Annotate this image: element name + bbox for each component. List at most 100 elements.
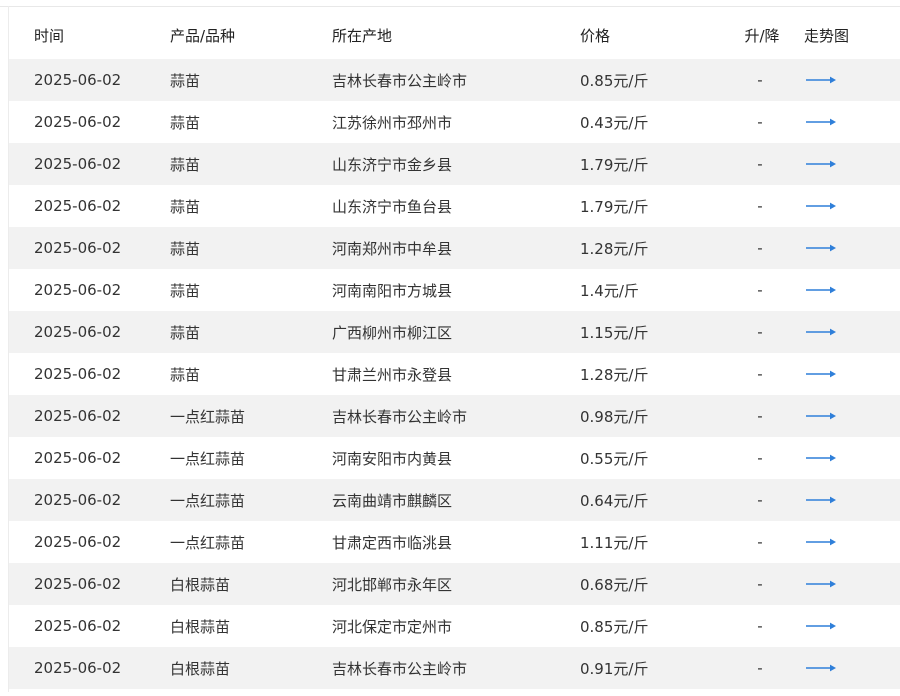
price-table: 时间 产品/品种 所在产地 价格 升/降 走势图 2025-06-02 蒜苗 吉… [9, 12, 900, 689]
row-origin: 河南南阳市方城县 [332, 281, 453, 300]
row-origin: 吉林长春市公主岭市 [332, 659, 468, 678]
row-trend-cell [804, 521, 900, 563]
trend-chart-link[interactable] [805, 159, 837, 169]
row-trend-cell [804, 647, 900, 689]
trend-chart-link[interactable] [805, 75, 837, 85]
row-origin: 山东济宁市鱼台县 [332, 197, 453, 216]
row-origin: 甘肃兰州市永登县 [332, 365, 453, 384]
row-date: 2025-06-02 [34, 155, 122, 173]
table-row: 2025-06-02 蒜苗 江苏徐州市邳州市 0.43元/斤 - [9, 101, 900, 143]
row-price: 1.28元/斤 [580, 365, 649, 384]
price-list-panel: 时间 产品/品种 所在产地 价格 升/降 走势图 2025-06-02 蒜苗 吉… [0, 0, 900, 696]
table-row: 2025-06-02 蒜苗 广西柳州市柳江区 1.15元/斤 - [9, 311, 900, 353]
trend-chart-link[interactable] [805, 285, 837, 295]
row-origin: 吉林长春市公主岭市 [332, 407, 468, 426]
column-header-origin: 所在产地 [332, 27, 393, 45]
row-origin: 江苏徐州市邳州市 [332, 113, 453, 132]
trend-chart-link[interactable] [805, 579, 837, 589]
row-trend-cell [804, 395, 900, 437]
row-price: 0.85元/斤 [580, 617, 649, 636]
row-product: 蒜苗 [170, 71, 201, 90]
arrow-right-icon [806, 370, 836, 378]
arrow-right-icon [806, 496, 836, 504]
table-body: 2025-06-02 蒜苗 吉林长春市公主岭市 0.85元/斤 - 2025-0… [9, 59, 900, 689]
row-price: 1.28元/斤 [580, 239, 649, 258]
arrow-right-icon [806, 664, 836, 672]
row-price: 0.43元/斤 [580, 113, 649, 132]
row-product: 蒜苗 [170, 239, 201, 258]
arrow-right-icon [806, 244, 836, 252]
row-change: - [757, 617, 763, 635]
arrow-right-icon [806, 412, 836, 420]
row-origin: 河北保定市定州市 [332, 617, 453, 636]
row-price: 0.68元/斤 [580, 575, 649, 594]
row-product: 一点红蒜苗 [170, 449, 246, 468]
trend-chart-link[interactable] [805, 453, 837, 463]
row-trend-cell [804, 227, 900, 269]
row-change: - [757, 197, 763, 215]
row-date: 2025-06-02 [34, 407, 122, 425]
row-origin: 吉林长春市公主岭市 [332, 71, 468, 90]
row-date: 2025-06-02 [34, 575, 122, 593]
trend-chart-link[interactable] [805, 663, 837, 673]
row-product: 蒜苗 [170, 365, 201, 384]
row-date: 2025-06-02 [34, 113, 122, 131]
arrow-right-icon [806, 622, 836, 630]
row-product: 白根蒜苗 [170, 575, 231, 594]
row-change: - [757, 113, 763, 131]
table-row: 2025-06-02 蒜苗 河南郑州市中牟县 1.28元/斤 - [9, 227, 900, 269]
row-product: 蒜苗 [170, 281, 201, 300]
trend-chart-link[interactable] [805, 621, 837, 631]
row-trend-cell [804, 101, 900, 143]
arrow-right-icon [806, 76, 836, 84]
row-product: 一点红蒜苗 [170, 407, 246, 426]
arrow-right-icon [806, 160, 836, 168]
row-date: 2025-06-02 [34, 323, 122, 341]
table-row: 2025-06-02 一点红蒜苗 甘肃定西市临洮县 1.11元/斤 - [9, 521, 900, 563]
arrow-right-icon [806, 580, 836, 588]
row-price: 1.15元/斤 [580, 323, 649, 342]
row-date: 2025-06-02 [34, 533, 122, 551]
table-row: 2025-06-02 白根蒜苗 河北邯郸市永年区 0.68元/斤 - [9, 563, 900, 605]
row-change: - [757, 281, 763, 299]
row-price: 0.64元/斤 [580, 491, 649, 510]
row-product: 蒜苗 [170, 323, 201, 342]
row-price: 0.91元/斤 [580, 659, 649, 678]
row-trend-cell [804, 563, 900, 605]
row-origin: 河南安阳市内黄县 [332, 449, 453, 468]
table-row: 2025-06-02 白根蒜苗 河北保定市定州市 0.85元/斤 - [9, 605, 900, 647]
row-origin: 河南郑州市中牟县 [332, 239, 453, 258]
row-change: - [757, 659, 763, 677]
row-date: 2025-06-02 [34, 239, 122, 257]
trend-chart-link[interactable] [805, 411, 837, 421]
row-change: - [757, 365, 763, 383]
table-row: 2025-06-02 蒜苗 甘肃兰州市永登县 1.28元/斤 - [9, 353, 900, 395]
table-row: 2025-06-02 一点红蒜苗 河南安阳市内黄县 0.55元/斤 - [9, 437, 900, 479]
trend-chart-link[interactable] [805, 201, 837, 211]
row-change: - [757, 491, 763, 509]
arrow-right-icon [806, 328, 836, 336]
row-change: - [757, 407, 763, 425]
column-header-change: 升/降 [744, 27, 780, 45]
row-date: 2025-06-02 [34, 659, 122, 677]
row-product: 白根蒜苗 [170, 659, 231, 678]
row-date: 2025-06-02 [34, 449, 122, 467]
row-change: - [757, 533, 763, 551]
row-date: 2025-06-02 [34, 71, 122, 89]
trend-chart-link[interactable] [805, 495, 837, 505]
arrow-right-icon [806, 118, 836, 126]
trend-chart-link[interactable] [805, 327, 837, 337]
trend-chart-link[interactable] [805, 243, 837, 253]
row-trend-cell [804, 353, 900, 395]
row-price: 1.79元/斤 [580, 197, 649, 216]
row-price: 0.98元/斤 [580, 407, 649, 426]
row-origin: 山东济宁市金乡县 [332, 155, 453, 174]
row-price: 0.55元/斤 [580, 449, 649, 468]
row-change: - [757, 155, 763, 173]
row-change: - [757, 71, 763, 89]
row-trend-cell [804, 437, 900, 479]
trend-chart-link[interactable] [805, 537, 837, 547]
row-change: - [757, 239, 763, 257]
trend-chart-link[interactable] [805, 369, 837, 379]
trend-chart-link[interactable] [805, 117, 837, 127]
